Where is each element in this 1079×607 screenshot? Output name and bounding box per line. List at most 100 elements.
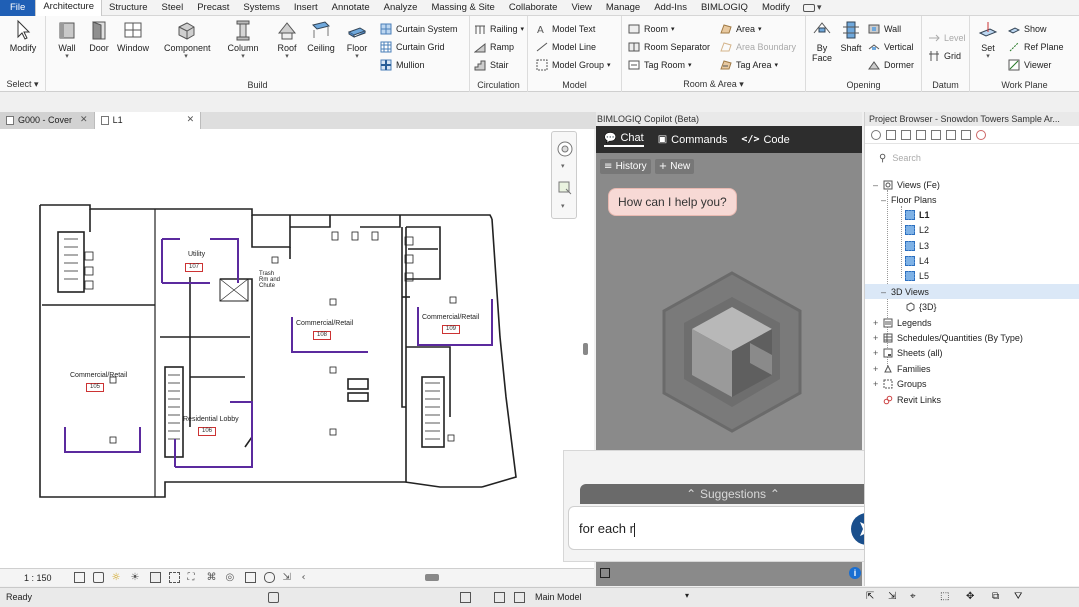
steering-wheel-icon[interactable] — [556, 140, 574, 158]
project-browser-search[interactable]: ⚲ Search — [879, 150, 1073, 166]
elevation-icon[interactable] — [931, 129, 941, 140]
visual-style-icon[interactable] — [92, 572, 104, 583]
tab-chat[interactable]: 💬 Chat — [604, 132, 644, 147]
ref-plane-button[interactable]: Ref Plane — [1008, 38, 1064, 55]
close-icon[interactable]: ✕ — [80, 112, 88, 129]
tree-views[interactable]: – Views (Fe) — [873, 177, 940, 192]
menu-insert[interactable]: Insert — [287, 0, 325, 16]
shadows-icon[interactable]: ☀ — [131, 572, 142, 583]
horizontal-scrollbar-thumb[interactable] — [425, 574, 439, 581]
tree-groups[interactable]: + Groups — [873, 376, 927, 391]
menu-add-ins[interactable]: Add-Ins — [647, 0, 694, 16]
room-separator-button[interactable]: Room Separator — [628, 38, 710, 55]
select-by-face-icon[interactable]: ⬚ — [940, 591, 949, 602]
floor-plan-icon[interactable] — [886, 129, 896, 140]
dormer-button[interactable]: Dormer — [868, 56, 914, 73]
tree-schedules[interactable]: + Schedules/Quantities (By Type) — [873, 330, 1023, 345]
tree-families[interactable]: + Families — [873, 361, 931, 376]
info-icon[interactable]: i — [849, 567, 861, 579]
vertical-opening-button[interactable]: Vertical — [868, 38, 914, 55]
model-text-button[interactable]: A Model Text — [536, 20, 595, 37]
chevron-down-icon[interactable]: ▾ — [561, 162, 565, 170]
zoom-icon[interactable] — [557, 180, 573, 196]
history-button[interactable]: ≡ History — [600, 158, 651, 174]
window-button[interactable]: Window — [116, 19, 150, 71]
crop-view-icon[interactable] — [149, 572, 161, 583]
door-button[interactable]: Door — [82, 19, 116, 71]
mullion-button[interactable]: Mullion — [380, 56, 425, 73]
set-workplane-button[interactable]: Set ▾ — [974, 19, 1002, 71]
vertical-scrollbar-thumb[interactable] — [583, 343, 588, 355]
tag-area-button[interactable]: Tag Area ▾ — [720, 56, 778, 73]
room-label-commercial-109[interactable]: Commercial/Retail — [422, 314, 479, 321]
home-view-icon[interactable] — [871, 129, 881, 140]
show-crop-region-icon[interactable] — [168, 572, 180, 583]
collapse-icon[interactable]: – — [881, 195, 891, 205]
roof-button[interactable]: Roof ▾ — [270, 19, 304, 71]
expand-icon[interactable]: + — [873, 318, 883, 328]
temporary-hide-icon[interactable]: ⌘ — [207, 572, 218, 583]
room-number-utility[interactable]: 107 — [185, 263, 204, 272]
close-icon[interactable]: ✕ — [187, 112, 195, 129]
editable-only-icon[interactable] — [460, 592, 471, 603]
sun-path-icon[interactable]: ☼ — [112, 572, 123, 583]
tag-room-button[interactable]: Tag Room ▾ — [628, 56, 692, 73]
room-number-109[interactable]: 109 — [442, 325, 461, 334]
tab-g000-cover[interactable]: G000 - Cover ✕ — [0, 112, 95, 129]
menu-systems[interactable]: Systems — [236, 0, 286, 16]
room-number-108[interactable]: 108 — [313, 331, 332, 340]
menu-view[interactable]: View — [564, 0, 598, 16]
room-number-105[interactable]: 105 — [86, 383, 105, 392]
new-chat-button[interactable]: + New — [654, 158, 695, 174]
trash-room-label[interactable]: Trash Rm and Chute — [259, 271, 283, 289]
tree-l3[interactable]: L3 — [905, 238, 929, 253]
component-button[interactable]: Component ▾ — [164, 19, 211, 71]
ceiling-button[interactable]: Ceiling — [304, 19, 338, 71]
schedule-icon[interactable] — [916, 129, 926, 140]
menu-analyze[interactable]: Analyze — [377, 0, 425, 16]
room-button[interactable]: Room ▾ — [628, 20, 675, 37]
design-options-icon[interactable] — [494, 592, 505, 603]
worksets-icon[interactable] — [268, 592, 279, 603]
collapse-icon[interactable]: – — [881, 287, 891, 297]
reveal-constraints-icon[interactable]: ‹ — [302, 572, 313, 583]
drawing-canvas[interactable]: Utility 107 Trash Rm and Chute Commercia… — [0, 129, 594, 568]
chat-input[interactable]: for each r — [568, 506, 894, 550]
menu-architecture[interactable]: Architecture — [35, 0, 102, 16]
column-button[interactable]: Column ▾ — [226, 19, 260, 71]
active-design-option[interactable]: Main Model — [535, 592, 582, 602]
expand-icon[interactable]: + — [873, 379, 883, 389]
background-process-icon[interactable]: ⧉ — [992, 591, 999, 602]
tree-l5[interactable]: L5 — [905, 268, 929, 283]
model-group-button[interactable]: Model Group ▾ — [536, 56, 611, 73]
menu-file[interactable]: File — [0, 0, 36, 16]
model-line-button[interactable]: Model Line — [536, 38, 596, 55]
chevron-down-icon[interactable]: ▾ — [561, 202, 565, 210]
menu-manage[interactable]: Manage — [599, 0, 647, 16]
panel-select-title[interactable]: Select ▾ — [0, 79, 45, 90]
worksharing-display-icon[interactable] — [244, 572, 256, 583]
tree-l1[interactable]: L1 — [905, 207, 930, 222]
room-number-106[interactable]: 106 — [198, 427, 217, 436]
ramp-button[interactable]: Ramp — [474, 38, 514, 55]
tree-l4[interactable]: L4 — [905, 253, 929, 268]
tree-sheets[interactable]: + Sheets (all) — [873, 345, 943, 360]
link-icon[interactable] — [976, 129, 986, 140]
expand-icon[interactable]: + — [873, 333, 883, 343]
ribbon-options-button[interactable]: ▾ — [802, 2, 821, 13]
menu-precast[interactable]: Precast — [190, 0, 236, 16]
wall-opening-button[interactable]: Wall — [868, 20, 901, 37]
highlight-displacement-icon[interactable]: ⇲ — [283, 572, 294, 583]
collapse-icon[interactable]: – — [873, 180, 883, 190]
tab-code[interactable]: </> Code — [741, 134, 789, 146]
tree-l2[interactable]: L2 — [905, 222, 929, 237]
show-workplane-button[interactable]: Show — [1008, 20, 1047, 37]
curtain-system-button[interactable]: Curtain System — [380, 20, 458, 37]
room-label-commercial-108[interactable]: Commercial/Retail — [296, 320, 353, 327]
menu-bimlogiq[interactable]: BIMLOGIQ — [694, 0, 755, 16]
stair-button[interactable]: Stair — [474, 56, 509, 73]
floor-button[interactable]: Floor ▾ — [340, 19, 374, 71]
shaft-button[interactable]: Shaft — [836, 19, 866, 71]
by-face-button[interactable]: By Face — [808, 19, 836, 71]
unlock-3d-icon[interactable]: ⛶ — [188, 572, 199, 583]
